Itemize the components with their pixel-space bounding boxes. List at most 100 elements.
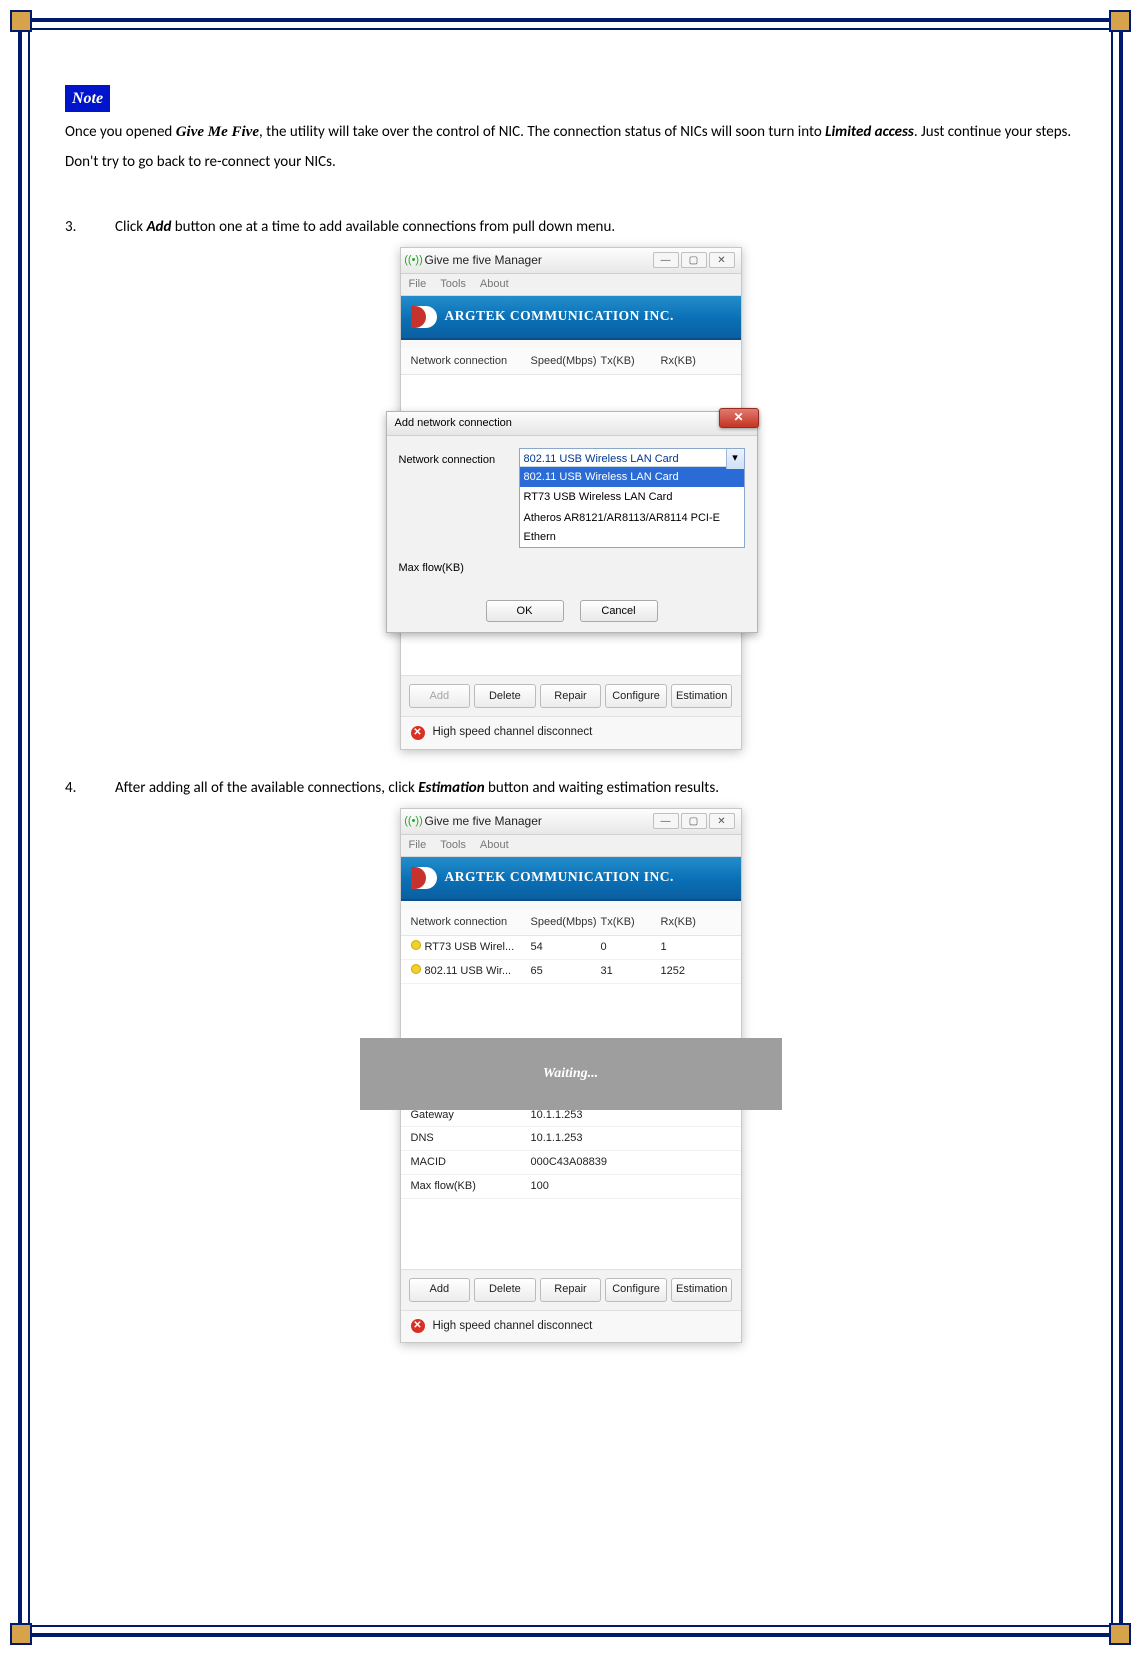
empty-area: [401, 1199, 741, 1269]
info-row: DNS10.1.1.253: [401, 1127, 741, 1151]
table-row[interactable]: RT73 USB Wirel... 54 0 1: [401, 936, 741, 960]
figure-1: ((•)) Give me five Manager — ▢ ✕ File To…: [65, 247, 1076, 750]
combo-option[interactable]: Atheros AR8121/AR8113/AR8114 PCI-E Ether…: [520, 508, 744, 547]
ok-button[interactable]: OK: [486, 600, 564, 622]
brand-banner: ARGTEK COMMUNICATION INC.: [401, 296, 741, 340]
cell-name: 802.11 USB Wir...: [425, 965, 512, 977]
info-row: Max flow(KB)100: [401, 1175, 741, 1199]
window-titlebar[interactable]: ((•)) Give me five Manager — ▢ ✕: [401, 809, 741, 835]
step-number: 4.: [65, 776, 87, 800]
configure-button[interactable]: Configure: [605, 684, 667, 708]
col-rx: Rx(KB): [661, 913, 721, 932]
cell-speed: 65: [531, 962, 601, 981]
page: Note Once you opened Give Me Five, the u…: [0, 0, 1141, 1655]
figure-1-inner: ((•)) Give me five Manager — ▢ ✕ File To…: [400, 247, 742, 750]
maximize-button[interactable]: ▢: [681, 813, 707, 829]
brand-text: ARGTEK COMMUNICATION INC.: [445, 305, 674, 328]
add-button[interactable]: Add: [409, 1278, 471, 1302]
step-text: Click Add button one at a time to add av…: [115, 215, 615, 239]
chevron-down-icon[interactable]: ▾: [726, 449, 744, 469]
text: After adding all of the available connec…: [115, 779, 418, 797]
toolbar: Add Delete Repair Configure Estimation: [401, 1269, 741, 1310]
menu-bar: File Tools About: [401, 274, 741, 296]
corner-ornament: [10, 10, 32, 32]
brand-banner: ARGTEK COMMUNICATION INC.: [401, 857, 741, 901]
label-network-connection: Network connection: [399, 448, 509, 470]
close-button[interactable]: ✕: [709, 252, 735, 268]
menu-tools[interactable]: Tools: [440, 836, 466, 855]
cell-rx: 1252: [661, 962, 721, 981]
delete-button[interactable]: Delete: [474, 684, 536, 708]
step-4: 4. After adding all of the available con…: [65, 776, 1076, 800]
repair-button[interactable]: Repair: [540, 1278, 602, 1302]
error-icon: ✕: [411, 1319, 425, 1333]
window-titlebar[interactable]: ((•)) Give me five Manager — ▢ ✕: [401, 248, 741, 274]
dialog-add-connection: ✕ Add network connection Network connect…: [386, 411, 758, 633]
cell-tx: 0: [601, 938, 661, 957]
close-button[interactable]: ✕: [709, 813, 735, 829]
repair-button[interactable]: Repair: [540, 684, 602, 708]
maximize-button[interactable]: ▢: [681, 252, 707, 268]
menu-tools[interactable]: Tools: [440, 275, 466, 294]
cell-tx: 31: [601, 962, 661, 981]
limited-access-label: Limited access: [825, 123, 914, 141]
corner-ornament: [10, 1623, 32, 1645]
cell-rx: 1: [661, 938, 721, 957]
text: , the utility will take over the control…: [259, 123, 825, 141]
cell-speed: 54: [531, 938, 601, 957]
dialog-title[interactable]: Add network connection: [387, 412, 757, 436]
content: Note Once you opened Give Me Five, the u…: [65, 85, 1076, 1343]
status-bar: ✕ High speed channel disconnect: [401, 1310, 741, 1343]
col-speed: Speed(Mbps): [531, 913, 601, 932]
estimation-word: Estimation: [418, 779, 484, 797]
configure-button[interactable]: Configure: [605, 1278, 667, 1302]
combo-option[interactable]: 802.11 USB Wireless LAN Card: [520, 467, 744, 488]
combo-option[interactable]: RT73 USB Wireless LAN Card: [520, 487, 744, 508]
info-row: MACID000C43A08839: [401, 1151, 741, 1175]
step-number: 3.: [65, 215, 87, 239]
corner-ornament: [1109, 10, 1131, 32]
info-val: 10.1.1.253: [531, 1129, 731, 1148]
cancel-button[interactable]: Cancel: [580, 600, 658, 622]
info-val: 100: [531, 1177, 731, 1196]
add-word: Add: [146, 218, 171, 236]
table-row[interactable]: 802.11 USB Wir... 65 31 1252: [401, 960, 741, 984]
figure-2: ((•)) Give me five Manager — ▢ ✕ File To…: [65, 808, 1076, 1343]
menu-about[interactable]: About: [480, 275, 509, 294]
col-network: Network connection: [411, 913, 531, 932]
combo-network-connection[interactable]: 802.11 USB Wireless LAN Card ▾ 802.11 US…: [519, 448, 745, 549]
combo-selected[interactable]: 802.11 USB Wireless LAN Card: [520, 449, 744, 467]
figure-2-inner: ((•)) Give me five Manager — ▢ ✕ File To…: [400, 808, 742, 1343]
note-badge: Note: [65, 85, 110, 112]
status-text: High speed channel disconnect: [433, 723, 593, 743]
col-speed: Speed(Mbps): [531, 352, 601, 371]
info-val: 000C43A08839: [531, 1153, 731, 1172]
estimation-button[interactable]: Estimation: [671, 1278, 733, 1302]
menu-file[interactable]: File: [409, 275, 427, 294]
minimize-button[interactable]: —: [653, 813, 679, 829]
text: Once you opened: [65, 123, 176, 141]
waiting-overlay: Waiting...: [360, 1038, 782, 1110]
delete-button[interactable]: Delete: [474, 1278, 536, 1302]
info-key: MACID: [411, 1153, 531, 1172]
menu-about[interactable]: About: [480, 836, 509, 855]
note-block: Note Once you opened Give Me Five, the u…: [65, 85, 1076, 177]
minimize-button[interactable]: —: [653, 252, 679, 268]
info-key: DNS: [411, 1129, 531, 1148]
col-tx: Tx(KB): [601, 352, 661, 371]
text: button and waiting estimation results.: [485, 779, 719, 797]
status-dot-icon: [411, 940, 421, 950]
estimation-button[interactable]: Estimation: [671, 684, 733, 708]
add-button[interactable]: Add: [409, 684, 471, 708]
dialog-button-row: OK Cancel: [387, 596, 757, 632]
info-key: Max flow(KB): [411, 1177, 531, 1196]
col-network: Network connection: [411, 352, 531, 371]
table-header: Network connection Speed(Mbps) Tx(KB) Rx…: [401, 909, 741, 937]
dialog-close-button[interactable]: ✕: [719, 408, 759, 428]
app-icon: ((•)): [407, 253, 421, 267]
text: button one at a time to add available co…: [171, 218, 615, 236]
menu-file[interactable]: File: [409, 836, 427, 855]
app-icon: ((•)): [407, 814, 421, 828]
cell-name: RT73 USB Wirel...: [425, 941, 515, 953]
label-max-flow: Max flow(KB): [399, 556, 509, 578]
